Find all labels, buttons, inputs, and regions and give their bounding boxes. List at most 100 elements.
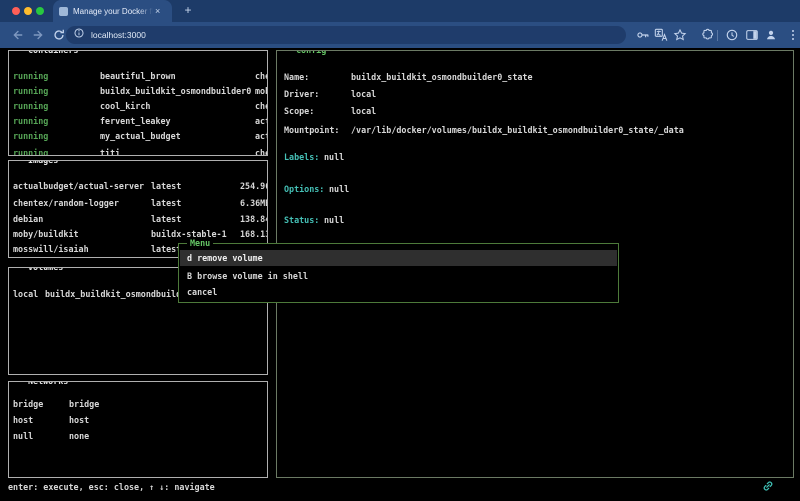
config-extra-value: null xyxy=(324,215,344,225)
config-extra-label: Options: xyxy=(284,184,324,194)
image-size: 254.96MB xyxy=(240,181,268,191)
container-row[interactable]: running titi chentex/random-logger xyxy=(9,148,267,156)
image-row[interactable]: actualbudget/actual-server latest 254.96… xyxy=(9,181,267,193)
container-row[interactable]: running my_actual_budget actualbudget/ac… xyxy=(9,131,267,143)
networks-panel: Networks bridge bridge host host null no… xyxy=(8,381,268,478)
network-row[interactable]: host host xyxy=(9,415,267,427)
zoom-window-button[interactable] xyxy=(36,7,44,15)
image-tag: latest xyxy=(151,257,181,258)
window-controls xyxy=(12,7,44,15)
image-tag: latest xyxy=(151,244,181,254)
config-field-label: Driver: xyxy=(284,89,319,99)
container-row[interactable]: running cool_kirch chentex/random-logger xyxy=(9,101,267,113)
image-tag: latest xyxy=(151,214,181,224)
close-window-button[interactable] xyxy=(12,7,20,15)
browser-toolbar: localhost:3000 xyxy=(0,22,800,48)
network-name: host xyxy=(13,415,33,425)
config-field-label: Scope: xyxy=(284,106,314,116)
network-driver: host xyxy=(69,415,89,425)
network-name: null xyxy=(13,431,33,441)
container-name: buildx_buildkit_osmondbuilder0 xyxy=(100,86,251,96)
status-bar-hints: enter: execute, esc: close, ↑ ↓: navigat… xyxy=(8,482,215,492)
container-name: beautiful_brown xyxy=(100,71,176,81)
image-name: debian xyxy=(13,214,43,224)
bookmark-star-icon[interactable] xyxy=(673,28,687,42)
tab-close-icon[interactable]: × xyxy=(155,6,160,16)
tab-favicon xyxy=(59,7,68,16)
container-image: actualbudget/actual-server xyxy=(255,131,268,141)
address-bar[interactable]: localhost:3000 xyxy=(66,26,626,44)
url-text[interactable]: localhost:3000 xyxy=(91,30,146,40)
container-row[interactable]: running beautiful_brown chentex/random-l… xyxy=(9,71,267,83)
image-row[interactable]: moby/buildkit buildx-stable-1 168.13MB xyxy=(9,229,267,241)
container-image: chentex/random-logger xyxy=(255,101,268,111)
image-size: 6.36MB xyxy=(240,198,268,208)
image-row[interactable]: debian latest 138.84MB xyxy=(9,214,267,226)
config-field-value: local xyxy=(351,89,376,99)
image-tag: latest xyxy=(151,198,181,208)
container-name: my_actual_budget xyxy=(100,131,181,141)
image-name: mosswill/isaiah xyxy=(13,244,89,254)
menu-item-cancel[interactable]: cancel xyxy=(180,284,617,300)
volume-actions-menu: Menu d remove volume B browse volume in … xyxy=(178,243,619,303)
networks-panel-title: Networks xyxy=(25,381,71,386)
container-name: cool_kirch xyxy=(100,101,150,111)
menu-title: Menu xyxy=(187,238,213,248)
docker-tui: Containers running beautiful_brown chent… xyxy=(0,48,800,501)
network-row[interactable]: bridge bridge xyxy=(9,399,267,411)
menu-item-remove-volume[interactable]: d remove volume xyxy=(180,250,617,266)
container-state: running xyxy=(13,131,48,141)
tab-strip: Manage your Docker fleet wi × + xyxy=(0,0,800,22)
config-field: Mountpoint: /var/lib/docker/volumes/buil… xyxy=(277,125,793,137)
translate-icon[interactable] xyxy=(654,28,668,42)
new-tab-button[interactable]: + xyxy=(180,3,196,19)
config-field: Name: buildx_buildkit_osmondbuilder0_sta… xyxy=(277,72,793,84)
extensions-puzzle-icon[interactable] xyxy=(700,28,714,42)
containers-panel: Containers running beautiful_brown chent… xyxy=(8,50,268,156)
container-image: actualbudget/actual-server xyxy=(255,116,268,126)
connection-link-icon xyxy=(761,479,775,493)
forward-icon[interactable] xyxy=(32,28,46,42)
image-name: moby/buildkit xyxy=(13,229,79,239)
image-size: 168.13MB xyxy=(240,229,268,239)
site-info-icon[interactable] xyxy=(73,26,85,44)
password-key-icon[interactable] xyxy=(636,28,650,42)
container-state: running xyxy=(13,116,48,126)
container-state: running xyxy=(13,71,48,81)
image-name: ubuntu xyxy=(13,257,43,258)
container-image: chentex/random-logger xyxy=(255,71,268,81)
image-name: chentex/random-logger xyxy=(13,198,119,208)
container-image: moby/buildkit xyxy=(255,86,268,96)
volumes-panel-title: Volumes xyxy=(25,267,66,272)
config-field-label: Name: xyxy=(284,72,309,82)
browser-tab[interactable]: Manage your Docker fleet wi × xyxy=(53,0,172,22)
volume-driver: local xyxy=(13,289,38,299)
network-name: bridge xyxy=(13,399,43,409)
image-row[interactable]: chentex/random-logger latest 6.36MB xyxy=(9,198,267,210)
container-image: chentex/random-logger xyxy=(255,148,268,156)
containers-panel-title: Containers xyxy=(25,50,81,55)
config-extra: Labels: null xyxy=(277,152,793,164)
back-icon[interactable] xyxy=(10,28,24,42)
container-row[interactable]: running buildx_buildkit_osmondbuilder0 m… xyxy=(9,86,267,98)
network-driver: bridge xyxy=(69,399,99,409)
config-extra-label: Labels: xyxy=(284,152,319,162)
browser-menu-icon[interactable] xyxy=(786,28,800,42)
side-panel-icon[interactable] xyxy=(745,28,759,42)
config-field-value: buildx_buildkit_osmondbuilder0_state xyxy=(351,72,533,82)
network-row[interactable]: null none xyxy=(9,431,267,443)
images-panel-title: Images xyxy=(25,160,61,165)
menu-item-browse-volume-shell[interactable]: B browse volume in shell xyxy=(180,268,617,284)
container-state: running xyxy=(13,148,48,156)
config-field-value: /var/lib/docker/volumes/buildx_buildkit_… xyxy=(351,125,684,135)
reload-icon[interactable] xyxy=(52,28,66,42)
history-clock-icon[interactable] xyxy=(725,28,739,42)
image-name: actualbudget/actual-server xyxy=(13,181,144,191)
config-field: Scope: local xyxy=(277,106,793,118)
profile-avatar-icon[interactable] xyxy=(764,28,778,42)
config-field: Driver: local xyxy=(277,89,793,101)
container-row[interactable]: running fervent_leakey actualbudget/actu… xyxy=(9,116,267,128)
minimize-window-button[interactable] xyxy=(24,7,32,15)
browser-window: Manage your Docker fleet wi × + localhos… xyxy=(0,0,800,501)
config-extra: Status: null xyxy=(277,215,793,227)
